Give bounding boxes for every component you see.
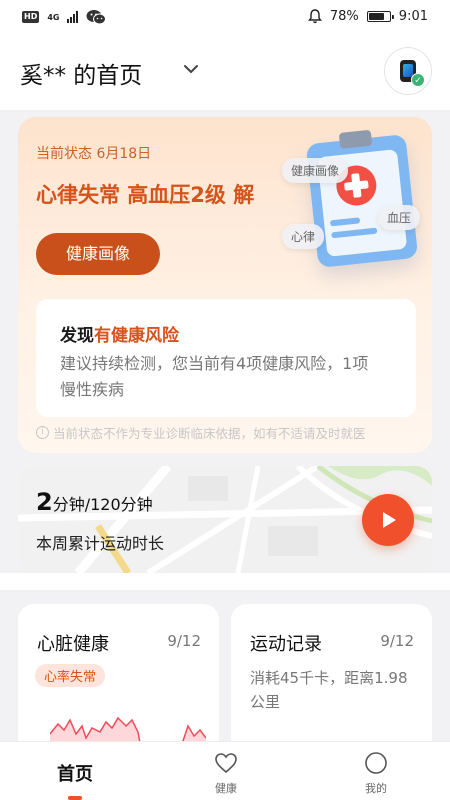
connected-check-icon: ✓ bbox=[411, 73, 425, 87]
risk-title: 发现有健康风险 bbox=[60, 321, 179, 346]
info-icon: i bbox=[36, 426, 49, 439]
risk-description: 建议持续检测，您当前有4项健康风险，1项慢性疾病 bbox=[60, 354, 369, 399]
arrhythmia-chip: 心率失常 bbox=[35, 664, 106, 687]
exercise-minutes-done: 2 bbox=[36, 488, 53, 516]
hd-icon: HD bbox=[22, 11, 40, 23]
network-type: 4G bbox=[47, 12, 60, 22]
exercise-card[interactable]: 2分钟/120分钟 本周累计运动时长 bbox=[18, 466, 432, 573]
battery-icon bbox=[366, 11, 394, 22]
sport-record-card[interactable]: 运动记录 9/12 消耗45千卡，距离1.98公里 bbox=[231, 604, 432, 754]
section-divider bbox=[0, 573, 450, 590]
clock-time: 9:01 bbox=[398, 9, 428, 24]
page-title[interactable]: 奚** 的首页 bbox=[20, 56, 142, 90]
status-bar-right: 78% 9:01 bbox=[307, 9, 428, 24]
device-avatar[interactable]: ✓ bbox=[384, 47, 432, 95]
exercise-label: 本周累计运动时长 bbox=[36, 534, 165, 553]
status-conditions: 心律失常 高血压2级 解 bbox=[36, 183, 255, 207]
tag-heart-rhythm: 心律 bbox=[282, 224, 325, 249]
sport-card-date: 9/12 bbox=[380, 632, 414, 650]
status-bar: HD 4G 78% 9:01 bbox=[0, 0, 450, 34]
health-risk-box[interactable]: 发现有健康风险 建议持续检测，您当前有4项健康风险，1项慢性疾病 bbox=[36, 299, 416, 417]
nav-home-label: 首页 bbox=[57, 764, 93, 785]
nav-tab-home[interactable]: 首页 bbox=[30, 742, 120, 800]
exercise-minutes-goal: 分钟/120分钟 bbox=[52, 495, 153, 514]
chevron-down-icon[interactable] bbox=[182, 60, 200, 78]
bottom-nav: 首页 健康 我的 bbox=[0, 741, 450, 800]
health-portrait-button[interactable]: 健康画像 bbox=[36, 233, 160, 275]
signal-icon bbox=[67, 11, 79, 23]
profile-circle-icon bbox=[365, 752, 387, 774]
disclaimer-text: 当前状态不作为专业诊断临床依据，如有不适请及时就医 bbox=[53, 426, 366, 441]
battery-percent: 78% bbox=[329, 9, 359, 24]
active-tab-indicator bbox=[68, 796, 82, 800]
status-bar-left: HD 4G bbox=[22, 9, 107, 25]
heart-card-date: 9/12 bbox=[167, 632, 201, 650]
nav-mine-label: 我的 bbox=[365, 782, 387, 795]
sport-card-description: 消耗45千卡，距离1.98公里 bbox=[250, 669, 408, 711]
health-status-card[interactable]: 当前状态 6月18日 心律失常 高血压2级 解 健康画像 健康画像 血压 心律 … bbox=[18, 117, 432, 453]
nav-tab-mine[interactable]: 我的 bbox=[331, 742, 421, 800]
heart-card-title: 心脏健康 bbox=[37, 634, 109, 655]
nav-tab-health[interactable]: 健康 bbox=[181, 742, 271, 800]
risk-title-accent: 有健康风险 bbox=[94, 326, 179, 346]
tag-blood-pressure: 血压 bbox=[378, 205, 421, 230]
exercise-duration: 2分钟/120分钟 bbox=[36, 488, 153, 516]
medical-clipboard-icon bbox=[305, 129, 419, 268]
alarm-bell-icon bbox=[307, 9, 322, 24]
tag-health-portrait: 健康画像 bbox=[282, 158, 349, 183]
heart-health-card[interactable]: 心脏健康 9/12 心率失常 bbox=[18, 604, 219, 754]
status-date: 当前状态 6月18日 bbox=[36, 146, 152, 162]
nav-health-label: 健康 bbox=[215, 782, 237, 795]
sport-card-title: 运动记录 bbox=[250, 634, 322, 655]
start-exercise-play-button[interactable] bbox=[362, 494, 414, 546]
wechat-icon bbox=[86, 10, 107, 25]
disclaimer: i 当前状态不作为专业诊断临床依据，如有不适请及时就医 bbox=[36, 423, 366, 442]
header: 奚** 的首页 ✓ bbox=[0, 34, 450, 110]
heart-outline-icon bbox=[215, 753, 237, 774]
risk-title-prefix: 发现 bbox=[60, 326, 94, 346]
